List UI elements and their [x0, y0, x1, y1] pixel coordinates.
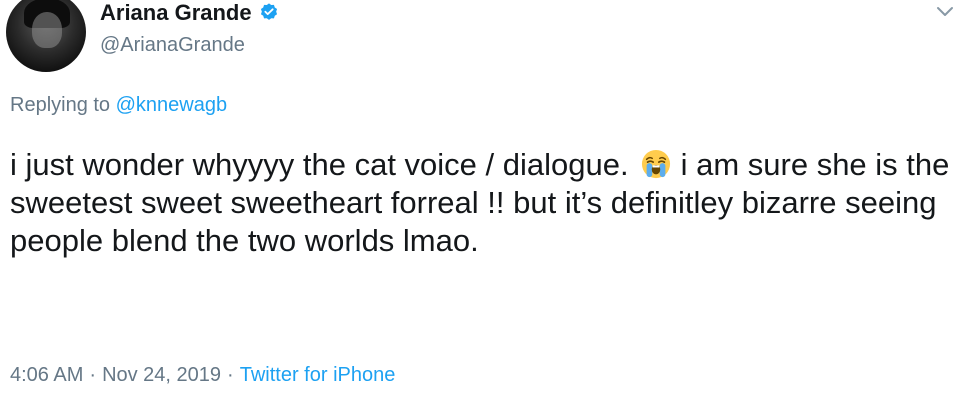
tweet-date[interactable]: Nov 24, 2019 — [102, 364, 221, 386]
tweet-text-part1: i just wonder whyyyy the cat voice / dia… — [10, 147, 629, 182]
replying-to-label: Replying to — [10, 94, 111, 116]
replying-to-mention[interactable]: @knnewagb — [116, 94, 227, 116]
chevron-down-icon[interactable] — [936, 6, 954, 18]
meta-separator: · — [89, 364, 97, 386]
avatar-face — [32, 12, 62, 48]
tweet-card: Ariana Grande @ArianaGrande Replying to … — [0, 0, 976, 400]
author-display-name[interactable]: Ariana Grande — [100, 0, 252, 26]
tweet-meta: 4:06 AM · Nov 24, 2019 · Twitter for iPhone — [10, 364, 395, 387]
tweet-source-link[interactable]: Twitter for iPhone — [240, 364, 396, 386]
tweet-text: i just wonder whyyyy the cat voice / dia… — [10, 146, 960, 260]
meta-separator: · — [227, 364, 234, 386]
avatar[interactable] — [6, 0, 86, 72]
loudly-crying-face-icon — [641, 149, 670, 179]
tweet-time[interactable]: 4:06 AM — [10, 364, 83, 386]
replying-to-line: Replying to @knnewagb — [10, 94, 227, 117]
verified-badge-icon — [260, 3, 277, 20]
author-name-row: Ariana Grande — [100, 0, 280, 26]
author-handle[interactable]: @ArianaGrande — [100, 34, 245, 57]
